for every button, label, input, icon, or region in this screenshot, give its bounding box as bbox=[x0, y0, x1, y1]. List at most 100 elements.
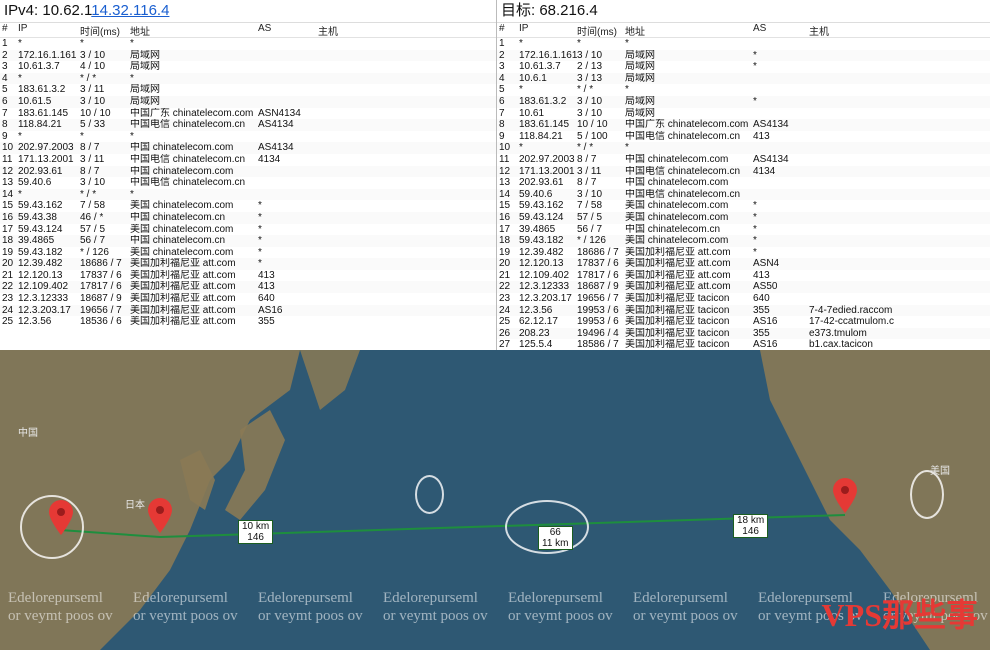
table-row[interactable]: 12 202.93.61 8 / 7 中国 chinatelecom.com bbox=[0, 165, 496, 178]
table-row[interactable]: 15 59.43.162 7 / 58 美国 chinatelecom.com * bbox=[497, 200, 990, 212]
table-row[interactable]: 7 10.61 3 / 10 局域网 bbox=[497, 108, 990, 120]
table-row[interactable]: 25 12.3.56 18536 / 6 美国加利福尼亚 att.com 355 bbox=[0, 316, 496, 328]
table-row[interactable]: 15 59.43.162 7 / 58 美国 chinatelecom.com * bbox=[0, 200, 496, 212]
hop-number: 25 bbox=[2, 316, 14, 328]
table-row[interactable]: 8 118.84.21 5 / 33 中国电信 chinatelecom.cn AS41… bbox=[0, 119, 496, 131]
hop-ip: 10.61.5 bbox=[18, 95, 52, 107]
table-row[interactable]: 5 * * / * * bbox=[497, 84, 990, 96]
map-pin-icon[interactable] bbox=[832, 478, 858, 514]
hop-number: 6 bbox=[499, 95, 505, 107]
table-row[interactable]: 14 * * / * * bbox=[0, 188, 496, 201]
table-row[interactable]: 2 172.16.1.161 3 / 10 局域网 * bbox=[497, 49, 990, 62]
table-row[interactable]: 11 171.13.2001 3 / 11 中国电信 chinatelecom.cn 4… bbox=[0, 154, 496, 166]
table-row[interactable]: 14 59.40.6 3 / 10 中国电信 chinatelecom.cn bbox=[497, 188, 990, 201]
route-map[interactable]: 10 km 146 66 11 km 18 km 146 日本 美国 中国 Ed… bbox=[0, 350, 990, 650]
table-row[interactable]: 2 172.16.1.161 3 / 10 局域网 bbox=[0, 49, 496, 62]
table-row[interactable]: 24 12.3.56 19953 / 6 美国加利福尼亚 tacicon 355 7-4-… bbox=[497, 304, 990, 317]
hop-number: 16 bbox=[2, 211, 14, 223]
table-row[interactable]: 25 62.12.17 19953 / 6 美国加利福尼亚 tacicon AS16 17… bbox=[497, 316, 990, 328]
table-row[interactable]: 10 202.97.2003 8 / 7 中国 chinatelecom.com AS4… bbox=[0, 142, 496, 154]
table-row[interactable]: 3 10.61.3.7 4 / 10 局域网 bbox=[0, 61, 496, 73]
hop-as: AS4134 bbox=[258, 142, 294, 154]
hop-time: 2 / 13 bbox=[577, 61, 603, 73]
table-row[interactable]: 18 39.4865 56 / 7 中国 chinatelecom.cn * bbox=[0, 235, 496, 247]
table-row[interactable]: 18 59.43.182 * / 126 美国 chinatelecom.com * bbox=[497, 235, 990, 247]
table-row[interactable]: 7 183.61.145 10 / 10 中国广东 chinatelecom.com A… bbox=[0, 108, 496, 120]
hop-location: * bbox=[625, 142, 629, 154]
hop-location: 美国加利福尼亚 att.com bbox=[625, 246, 731, 258]
table-row[interactable]: 17 39.4865 56 / 7 中国 chinatelecom.cn * bbox=[497, 224, 990, 236]
right-hop-list: 1 * * * 2 172.16.1.161 3 / 10 局域网 * 3 10.61.3.7 2 /… bbox=[497, 38, 990, 350]
distance-label: 66 11 km bbox=[538, 526, 573, 550]
hop-location: 美国加利福尼亚 att.com bbox=[130, 316, 236, 328]
hop-time: 46 / * bbox=[80, 211, 104, 223]
table-row[interactable]: 12 171.13.2001 3 / 11 中国电信 chinatelecom.cn 4… bbox=[497, 165, 990, 178]
table-row[interactable]: 13 202.93.61 8 / 7 中国 chinatelecom.com bbox=[497, 177, 990, 189]
place-label-china: 中国 bbox=[18, 428, 38, 439]
table-row[interactable]: 21 12.120.13 17837 / 6 美国加利福尼亚 att.com 413 bbox=[0, 270, 496, 282]
table-row[interactable]: 9 118.84.21 5 / 100 中国电信 chinatelecom.cn 413 bbox=[497, 131, 990, 143]
table-row[interactable]: 11 202.97.2003 8 / 7 中国 chinatelecom.com AS4… bbox=[497, 154, 990, 166]
col-location: 地址 bbox=[130, 27, 150, 38]
table-row[interactable]: 5 183.61.3.2 3 / 11 局域网 bbox=[0, 84, 496, 96]
hop-number: 5 bbox=[499, 84, 505, 96]
table-row[interactable]: 23 12.3.12333 18687 / 9 美国加利福尼亚 att.com 640 bbox=[0, 293, 496, 305]
hop-ip: 59.43.162 bbox=[18, 200, 63, 212]
hop-as: * bbox=[753, 49, 757, 61]
hop-as: ASN4134 bbox=[258, 107, 301, 119]
table-row[interactable]: 26 208.23 19496 / 4 美国加利福尼亚 tacicon 355 e373.… bbox=[497, 327, 990, 340]
table-row[interactable]: 9 * * * bbox=[0, 131, 496, 143]
hop-location: 美国加利福尼亚 tacicon bbox=[625, 316, 730, 328]
table-row[interactable]: 22 12.3.12333 18687 / 9 美国加利福尼亚 att.com AS50 bbox=[497, 281, 990, 294]
hop-time: 3 / 13 bbox=[577, 72, 603, 84]
table-row[interactable]: 1 * * * bbox=[497, 38, 990, 50]
hop-location: 局域网 bbox=[130, 61, 160, 73]
table-row[interactable]: 20 12.120.13 17837 / 6 美国加利福尼亚 att.com ASN4 bbox=[497, 258, 990, 270]
table-row[interactable]: 27 125.5.4 18586 / 7 美国加利福尼亚 tacicon AS16 b1.… bbox=[497, 339, 990, 350]
left-target-ip-link[interactable]: 14.32.116.4 bbox=[91, 2, 169, 19]
table-row[interactable]: 16 59.43.38 46 / * 中国 chinatelecom.cn * bbox=[0, 211, 496, 224]
table-row[interactable]: 17 59.43.124 57 / 5 美国 chinatelecom.com * bbox=[0, 224, 496, 236]
hop-ip: 12.120.13 bbox=[18, 269, 63, 281]
table-row[interactable]: 22 12.109.402 17817 / 6 美国加利福尼亚 att.com 413 bbox=[0, 281, 496, 294]
hop-ip: 202.97.2003 bbox=[18, 142, 74, 154]
hop-ip: 39.4865 bbox=[519, 223, 556, 235]
table-row[interactable]: 3 10.61.3.7 2 / 13 局域网 * bbox=[497, 61, 990, 73]
hop-time: 10 / 10 bbox=[80, 107, 111, 119]
hop-number: 21 bbox=[2, 269, 14, 281]
table-row[interactable]: 23 12.3.203.17 19656 / 7 美国加利福尼亚 tacicon 640 bbox=[497, 293, 990, 305]
table-row[interactable]: 19 59.43.182 * / 126 美国 chinatelecom.com * bbox=[0, 247, 496, 259]
hop-ip: 12.3.56 bbox=[18, 316, 52, 328]
hop-time: * / * bbox=[577, 84, 594, 96]
table-row[interactable]: 13 59.40.6 3 / 10 中国电信 chinatelecom.cn bbox=[0, 177, 496, 189]
table-row[interactable]: 4 10.6.1 3 / 13 局域网 bbox=[497, 72, 990, 85]
col-as: AS bbox=[258, 23, 272, 34]
hop-location: 美国加利福尼亚 att.com bbox=[625, 258, 731, 270]
table-row[interactable]: 21 12.109.402 17817 / 6 美国加利福尼亚 att.com 413 bbox=[497, 270, 990, 282]
hop-time: 17817 / 6 bbox=[577, 269, 619, 281]
table-row[interactable]: 4 * * / * * bbox=[0, 72, 496, 85]
hop-ip: 183.61.145 bbox=[519, 119, 570, 131]
hop-host: 7-4-7edied.raccom bbox=[809, 304, 893, 316]
table-row[interactable]: 8 183.61.145 10 / 10 中国广东 chinatelecom.com A… bbox=[497, 119, 990, 131]
hop-time: 8 / 7 bbox=[80, 142, 100, 154]
hop-location: 美国 chinatelecom.com bbox=[130, 246, 234, 258]
table-row[interactable]: 6 10.61.5 3 / 10 局域网 bbox=[0, 95, 496, 108]
hop-time: * / 126 bbox=[80, 246, 109, 258]
hop-number: 27 bbox=[499, 339, 511, 350]
hop-host: e373.tmulom bbox=[809, 327, 867, 339]
map-pin-icon[interactable] bbox=[147, 498, 173, 534]
watermark-line: or veymt poos ov bbox=[508, 608, 613, 624]
table-row[interactable]: 24 12.3.203.17 19656 / 7 美国加利福尼亚 att.com AS1… bbox=[0, 304, 496, 317]
table-row[interactable]: 19 12.39.482 18686 / 7 美国加利福尼亚 att.com * bbox=[497, 247, 990, 259]
hop-number: 9 bbox=[499, 130, 505, 142]
table-row[interactable]: 10 * * / * * bbox=[497, 142, 990, 154]
table-row[interactable]: 6 183.61.3.2 3 / 10 局域网 * bbox=[497, 95, 990, 108]
hop-time: 19656 / 7 bbox=[577, 293, 619, 305]
map-pin-icon[interactable] bbox=[48, 500, 74, 536]
distance-km: 18 km bbox=[737, 515, 765, 526]
table-row[interactable]: 20 12.39.482 18686 / 7 美国加利福尼亚 att.com * bbox=[0, 258, 496, 270]
hop-ip: 118.84.21 bbox=[519, 130, 563, 142]
table-row[interactable]: 16 59.43.124 57 / 5 美国 chinatelecom.com * bbox=[497, 211, 990, 224]
table-row[interactable]: 1 * * * bbox=[0, 38, 496, 50]
